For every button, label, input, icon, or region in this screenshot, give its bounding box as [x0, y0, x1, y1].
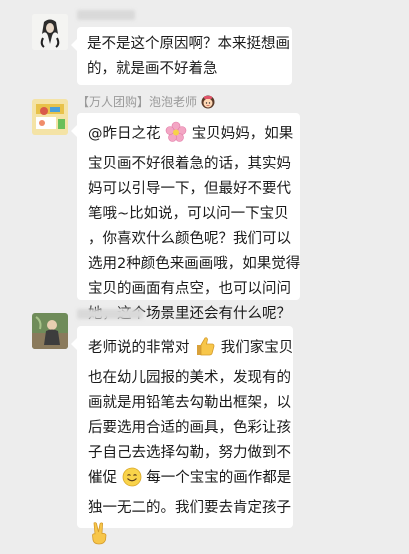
message-line: 的，就是画不好着急: [87, 61, 218, 77]
avatar[interactable]: [32, 14, 68, 50]
message-line: 子自己去选择勾勒，努力做到不: [88, 445, 291, 461]
message-text: 每一个宝宝的画作都是: [146, 470, 292, 486]
avatar[interactable]: [32, 99, 68, 135]
message-line: 催促 每一个宝宝的画作都是: [88, 466, 291, 496]
smile-icon: [122, 467, 142, 496]
message-bubble[interactable]: @昨日之花 宝贝妈妈，如果 宝贝画不好很着急的话，其实妈 妈可以引导一下，但最好…: [71, 113, 301, 322]
message-line: 选用2种颜色来画画哦，如果觉得: [88, 256, 301, 272]
message-text: 老师说的非常对: [88, 340, 190, 356]
message-bubble[interactable]: 老师说的非常对 我们家宝贝 也在幼儿园报的美术，发现有的 画就是用铅笔去勾勒出框…: [71, 326, 293, 545]
message-line: ，你喜欢什么颜色呢？我们可以: [88, 231, 291, 247]
message-line: [88, 521, 282, 554]
victory-hand-icon: [88, 521, 110, 554]
message-text: 我们家宝贝: [220, 340, 294, 356]
message-line: 独一无二的。我们要去肯定孩子: [88, 500, 291, 516]
message-line: 老师说的非常对 我们家宝贝: [88, 335, 293, 366]
avatar[interactable]: [32, 313, 68, 349]
message-text: 催促: [88, 470, 117, 486]
message-line: 是不是这个原因啊？本来挺想画: [87, 36, 290, 52]
mention[interactable]: @昨日之花: [88, 126, 161, 142]
message-line: 后要选用合适的画具，色彩让孩: [88, 420, 291, 436]
message-line: @昨日之花 宝贝妈妈，如果: [88, 121, 293, 152]
message-line: 妈可以引导一下，但最好不要代: [88, 181, 291, 197]
message-text: 宝贝妈妈，如果: [191, 126, 294, 142]
sender-name-hidden: [77, 309, 143, 319]
thumbs-up-icon: [194, 335, 216, 366]
message-bubble[interactable]: 是不是这个原因啊？本来挺想画 的，就是画不好着急: [71, 27, 292, 85]
message-line: 笔哦~比如说，可以问一下宝贝: [88, 206, 289, 222]
message-line: 宝贝画不好很着急的话，其实妈: [88, 156, 291, 172]
message-line: 宝贝的画面有点空，也可以问问: [88, 281, 291, 297]
girl-icon: [201, 95, 215, 112]
sender-name-hidden: [77, 10, 135, 20]
message-line: 画就是用铅笔去勾勒出框架，以: [88, 395, 291, 411]
sender-name: 【万人团购】泡泡老师: [77, 95, 215, 112]
message-line: 也在幼儿园报的美术，发现有的: [88, 370, 291, 386]
sender-name-text: 【万人团购】泡泡老师: [77, 95, 198, 109]
blossom-icon: [165, 121, 187, 152]
